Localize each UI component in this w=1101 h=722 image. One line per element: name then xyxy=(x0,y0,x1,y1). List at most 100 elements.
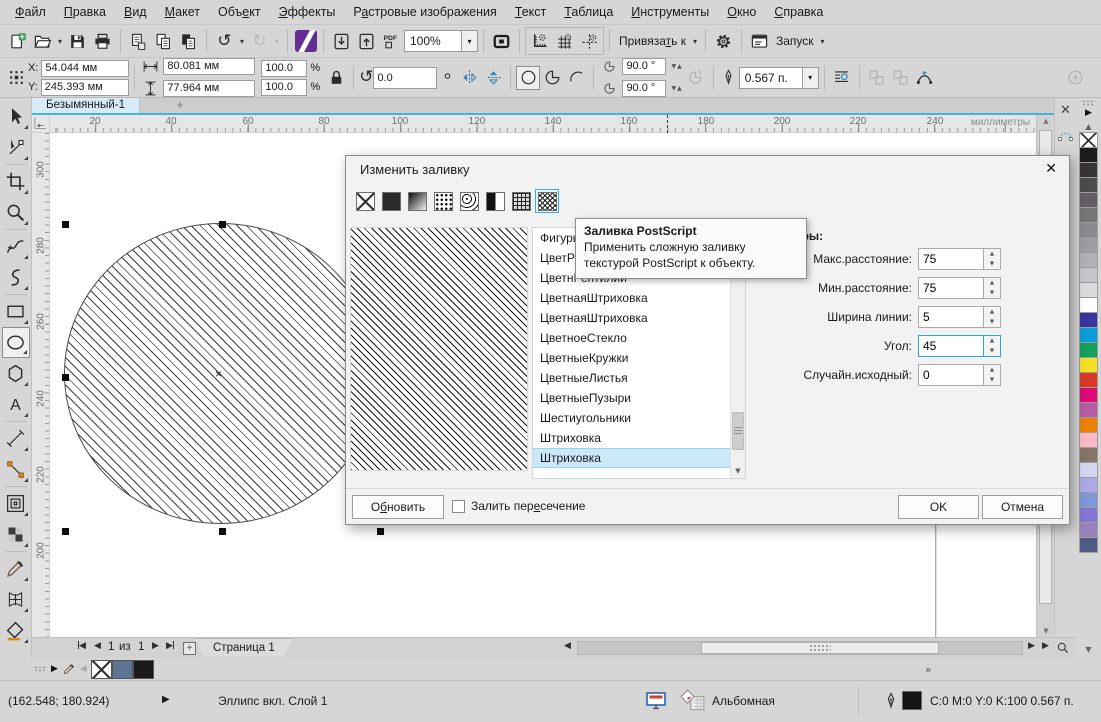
document-palette-grip[interactable] xyxy=(34,666,47,672)
outline-pen-icon[interactable] xyxy=(882,690,900,712)
selection-handle[interactable] xyxy=(219,221,226,228)
rulers-toggle-button[interactable] xyxy=(527,28,552,54)
zoom-level-select[interactable]: 100% xyxy=(404,30,462,52)
text-tool[interactable]: A xyxy=(2,389,30,420)
outline-width-select[interactable]: 0.567 п. xyxy=(739,67,803,89)
document-palette-more-icon[interactable]: » xyxy=(925,663,932,676)
pie-mode-button[interactable] xyxy=(540,66,564,90)
color-swatch[interactable] xyxy=(1079,477,1098,493)
color-swatch[interactable] xyxy=(112,660,133,679)
list-scroll-thumb[interactable] xyxy=(732,412,744,450)
color-swatch[interactable] xyxy=(133,660,154,679)
scroll-up-icon[interactable]: ▲ xyxy=(1037,117,1055,125)
object-width-field[interactable]: 80.081 мм xyxy=(163,58,255,75)
color-swatch[interactable] xyxy=(1079,327,1098,343)
menu-Таблица[interactable]: Таблица xyxy=(555,0,622,24)
selection-handle[interactable] xyxy=(377,528,384,535)
param-input[interactable] xyxy=(918,335,984,357)
copy-button[interactable] xyxy=(151,28,176,54)
pan-right-icon[interactable]: ▶ xyxy=(1042,641,1049,651)
guidelines-toggle-button[interactable] xyxy=(577,28,602,54)
options-button[interactable] xyxy=(711,28,736,54)
undo-dropdown-icon[interactable]: ▾ xyxy=(237,37,247,46)
color-swatch[interactable] xyxy=(1079,177,1098,193)
save-button[interactable] xyxy=(65,28,90,54)
horizontal-scroll-thumb[interactable] xyxy=(701,642,939,654)
contour-tool[interactable] xyxy=(2,488,30,519)
param-input[interactable] xyxy=(918,248,984,270)
texture-list-item[interactable]: Штриховка xyxy=(533,448,745,468)
add-page-button[interactable]: + xyxy=(183,642,196,655)
import-button[interactable] xyxy=(329,28,354,54)
param-spinner[interactable]: ▲▼ xyxy=(984,335,1001,357)
palette-flyout-icon[interactable]: ▶ xyxy=(1085,108,1092,118)
fountain-fill-button[interactable] xyxy=(405,189,429,213)
vertical-ruler[interactable]: 300280260240220200 xyxy=(32,133,50,637)
lock-ratio-button[interactable] xyxy=(324,66,348,90)
menu-Инструменты[interactable]: Инструменты xyxy=(622,0,718,24)
no-color-swatch[interactable] xyxy=(91,660,112,679)
color-swatch[interactable] xyxy=(1079,207,1098,223)
two-color-pattern-fill-button[interactable] xyxy=(483,189,507,213)
horizontal-scrollbar[interactable] xyxy=(577,641,1023,655)
launch-button[interactable] xyxy=(747,28,772,54)
publish-pdf-button[interactable]: PDF xyxy=(379,28,404,54)
menu-Объект[interactable]: Объект xyxy=(209,0,270,24)
eyedropper-tool[interactable] xyxy=(2,553,30,584)
scroll-down-icon[interactable]: ▼ xyxy=(1037,627,1055,635)
param-input[interactable] xyxy=(918,306,984,328)
snap-to-label[interactable]: Привязать к xyxy=(615,34,690,48)
selection-handle[interactable] xyxy=(219,528,226,535)
outline-color-swatch[interactable] xyxy=(902,691,922,710)
menu-Текст[interactable]: Текст xyxy=(506,0,555,24)
document-palette-flyout-icon[interactable]: ▶ xyxy=(51,664,58,674)
param-input[interactable] xyxy=(918,364,984,386)
update-button[interactable]: Обновить xyxy=(352,495,444,519)
search-content-button[interactable] xyxy=(293,28,318,54)
color-swatch[interactable] xyxy=(1079,507,1098,523)
menu-Вид[interactable]: Вид xyxy=(115,0,156,24)
param-spinner[interactable]: ▲▼ xyxy=(984,248,1001,270)
postscript-fill-button[interactable] xyxy=(535,189,559,213)
uniform-fill-button[interactable] xyxy=(379,189,403,213)
selection-handle[interactable] xyxy=(62,221,69,228)
menu-Правка[interactable]: Правка xyxy=(55,0,115,24)
fill-crossing-checkbox[interactable] xyxy=(452,500,465,513)
menu-Справка[interactable]: Справка xyxy=(765,0,832,24)
scale-y-field[interactable]: 100.0 xyxy=(261,79,307,96)
mesh-fill-tool[interactable] xyxy=(2,584,30,615)
color-swatch[interactable] xyxy=(1079,192,1098,208)
arc-start-spinner[interactable]: ▼▲ xyxy=(669,63,683,70)
zoom-level-dropdown-icon[interactable]: ▾ xyxy=(462,30,478,52)
open-button[interactable] xyxy=(30,28,55,54)
connector-tool[interactable] xyxy=(2,454,30,485)
crop-tool[interactable] xyxy=(2,166,30,197)
mirror-horizontal-button[interactable] xyxy=(457,66,481,90)
color-swatch[interactable] xyxy=(1079,462,1098,478)
print-button[interactable] xyxy=(90,28,115,54)
docker-close-icon[interactable]: ✕ xyxy=(1060,103,1071,118)
color-swatch[interactable] xyxy=(1079,417,1098,433)
texture-list-item[interactable]: ЦветныеПузыри xyxy=(533,388,745,408)
color-swatch[interactable] xyxy=(1079,147,1098,163)
cut-button[interactable] xyxy=(126,28,151,54)
menu-Окно[interactable]: Окно xyxy=(718,0,765,24)
palette-scroll-up-icon[interactable]: ▲ xyxy=(1085,122,1091,131)
palette-scroll-down-icon[interactable]: ▼ xyxy=(1085,645,1091,654)
color-swatch[interactable] xyxy=(1079,312,1098,328)
vector-pattern-fill-button[interactable] xyxy=(431,189,455,213)
color-swatch[interactable] xyxy=(1079,402,1098,418)
scroll-left-icon[interactable]: ◀ xyxy=(564,641,571,651)
color-swatch[interactable] xyxy=(1079,372,1098,388)
arc-end-spinner[interactable]: ▼▲ xyxy=(669,85,683,92)
fill-crossing-label[interactable]: Залить пересечение xyxy=(471,499,585,513)
convert-to-curves-button[interactable] xyxy=(913,66,937,90)
ruler-origin[interactable] xyxy=(32,115,50,133)
new-document-button[interactable] xyxy=(5,28,30,54)
next-page-button[interactable]: ▶ xyxy=(152,641,159,651)
document-palette-eyedropper-icon[interactable] xyxy=(62,662,76,676)
bitmap-pattern-fill-button[interactable] xyxy=(457,189,481,213)
rotation-angle-field[interactable]: 0.0 xyxy=(373,67,437,89)
smart-fill-tool[interactable] xyxy=(2,615,30,646)
docker-properties-icon[interactable] xyxy=(1057,118,1074,145)
